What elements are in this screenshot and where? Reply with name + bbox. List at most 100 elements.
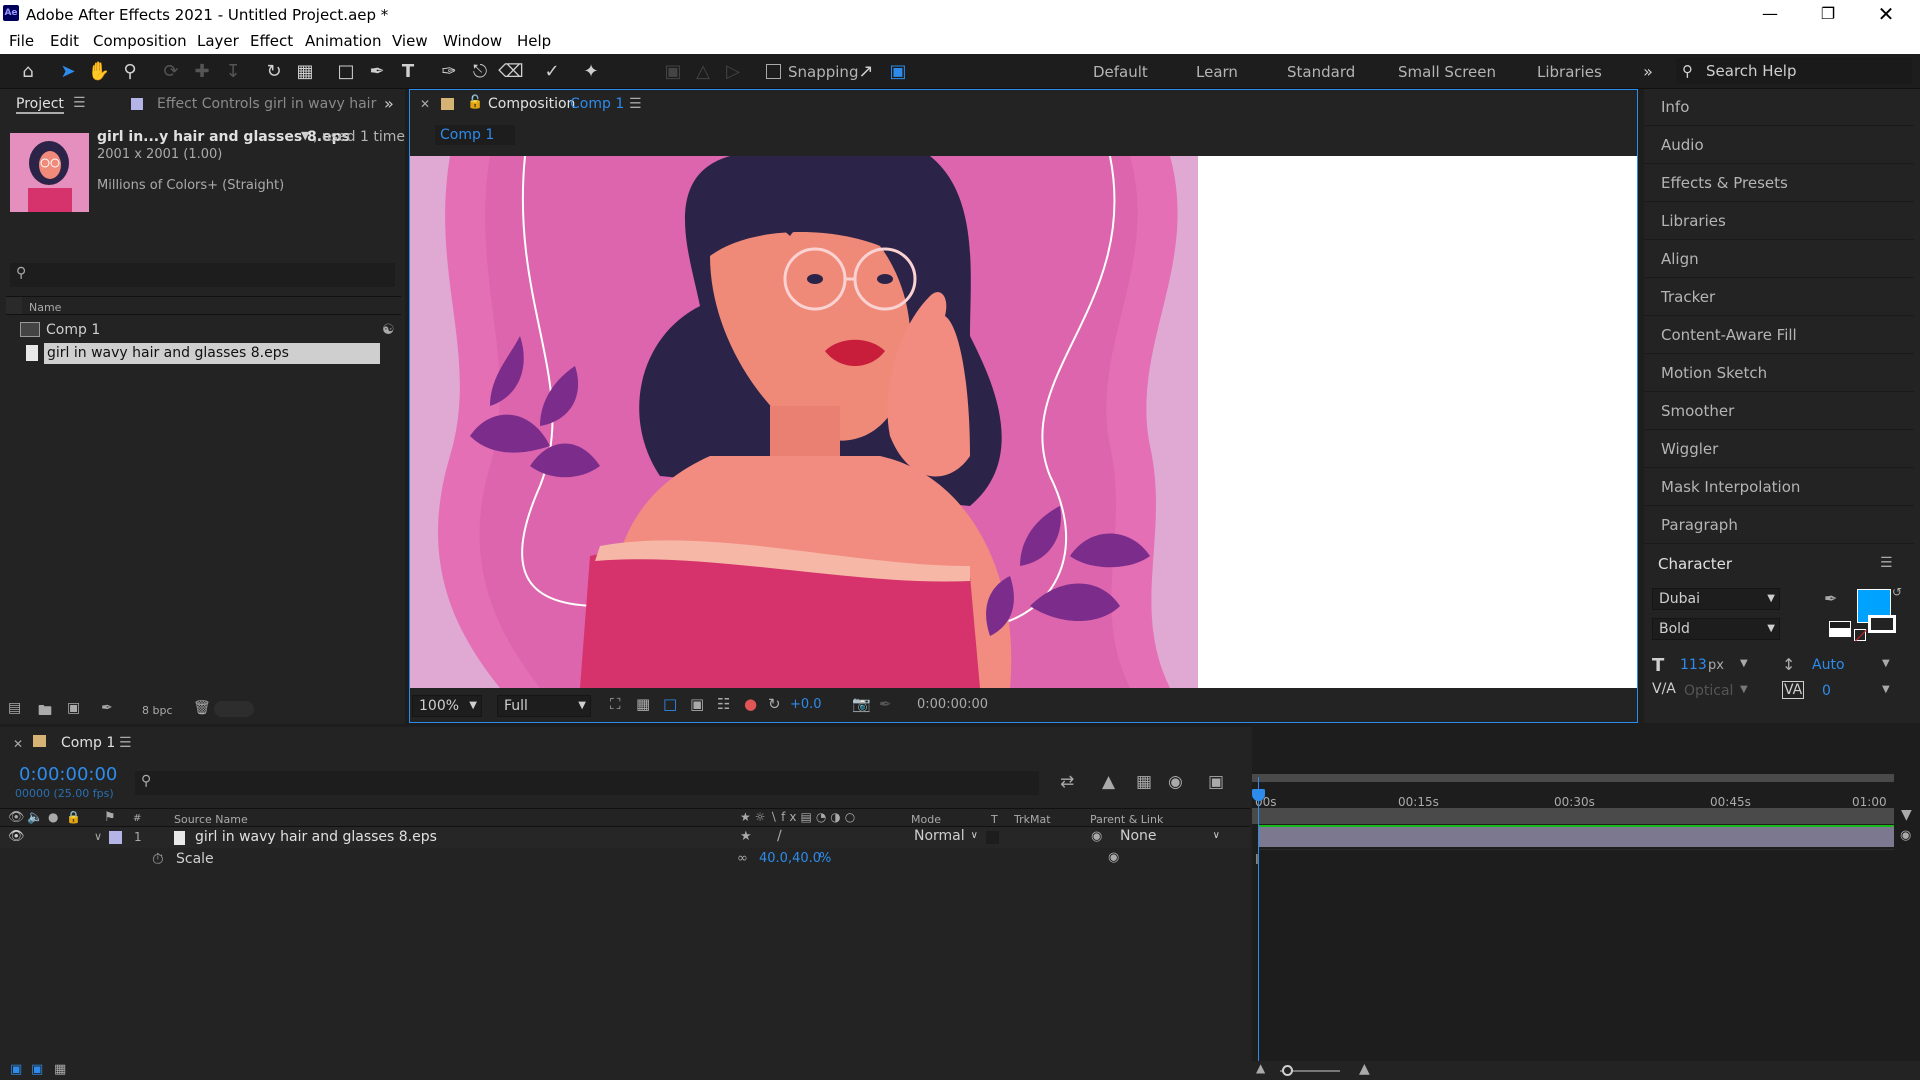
panel-effects-presets[interactable]: Effects & Presets bbox=[1644, 165, 1914, 202]
visibility-eye-icon[interactable]: 👁 bbox=[8, 829, 25, 844]
stroke-color-swatch[interactable] bbox=[1868, 615, 1896, 633]
workspace-learn[interactable]: Learn bbox=[1196, 63, 1238, 81]
twirl-down-icon[interactable]: ∨ bbox=[94, 830, 102, 843]
zoom-slider-handle[interactable] bbox=[1282, 1065, 1293, 1076]
snapping-checkbox[interactable] bbox=[766, 64, 781, 79]
chevron-down-icon[interactable]: ▼ bbox=[1740, 684, 1748, 695]
menu-view[interactable]: View bbox=[392, 32, 428, 50]
fast-previews-icon[interactable]: ⛶ bbox=[610, 695, 621, 713]
draft-3d-icon[interactable]: ▲ bbox=[1102, 772, 1115, 792]
layer-marker-icon[interactable]: ◉ bbox=[1900, 828, 1911, 843]
snapshot-camera-icon[interactable]: 📷 bbox=[852, 695, 871, 713]
constrain-proportions-icon[interactable]: ∞ bbox=[737, 851, 748, 866]
axis-world-icon[interactable]: △ bbox=[690, 59, 716, 85]
lock-header-icon[interactable]: 🔒 bbox=[66, 810, 81, 824]
home-icon[interactable]: ⌂ bbox=[15, 59, 41, 85]
solo-header-icon[interactable]: ● bbox=[48, 810, 58, 824]
orbit-tool-icon[interactable]: ⟳ bbox=[158, 59, 184, 85]
font-family-dropdown[interactable]: Dubai ▼ bbox=[1652, 588, 1780, 610]
label-header-icon[interactable]: ⚑ bbox=[104, 810, 116, 825]
brush-tool-icon[interactable]: ✑ bbox=[436, 59, 462, 85]
snap-features-icon[interactable]: ▣ bbox=[885, 59, 911, 85]
selection-tool-icon[interactable]: ➤ bbox=[55, 59, 81, 85]
quality-switch-icon[interactable]: ∕ bbox=[777, 828, 782, 844]
label-column-header[interactable] bbox=[6, 297, 22, 315]
composition-mini-flowchart-icon[interactable]: ⇄ bbox=[1060, 772, 1074, 792]
roto-brush-tool-icon[interactable]: ✓ bbox=[539, 59, 565, 85]
timeline-menu-icon[interactable]: ☰ bbox=[119, 735, 132, 751]
property-pick-whip-icon[interactable]: ◉ bbox=[1108, 850, 1119, 865]
panel-mask-interpolation[interactable]: Mask Interpolation bbox=[1644, 469, 1914, 506]
layer-duration-bar[interactable] bbox=[1258, 827, 1894, 847]
trash-icon[interactable]: 🗑 bbox=[193, 700, 211, 716]
leading-value[interactable]: Auto bbox=[1812, 657, 1845, 673]
graph-editor-icon[interactable]: ▣ bbox=[1208, 772, 1224, 792]
footage-usage-dropdown-icon[interactable]: ▼ bbox=[301, 129, 309, 142]
panel-align[interactable]: Align bbox=[1644, 241, 1914, 278]
zoom-out-icon[interactable]: ▲ bbox=[1256, 1061, 1265, 1075]
layer-row[interactable]: 👁 ∨ 1 girl in wavy hair and glasses 8.ep… bbox=[0, 827, 1250, 848]
comp-panel-menu-icon[interactable]: ☰ bbox=[629, 96, 642, 112]
collapse-switch-icon[interactable]: ★ bbox=[740, 829, 752, 844]
column-header-source-name[interactable]: Source Name bbox=[174, 813, 248, 826]
video-visibility-header-icon[interactable]: 👁 bbox=[8, 810, 25, 825]
font-style-dropdown[interactable]: Bold ▼ bbox=[1652, 618, 1780, 640]
menu-window[interactable]: Window bbox=[443, 32, 502, 50]
timeline-search-input[interactable]: ⚲ bbox=[135, 771, 1039, 795]
resolution-dropdown[interactable]: Full ▼ bbox=[497, 695, 591, 717]
zoom-dropdown[interactable]: 100% ▼ bbox=[412, 695, 482, 717]
mask-visibility-icon[interactable]: □ bbox=[663, 695, 677, 713]
menu-edit[interactable]: Edit bbox=[50, 32, 79, 50]
layer-name[interactable]: girl in wavy hair and glasses 8.eps bbox=[195, 829, 437, 845]
new-composition-icon[interactable]: ▣ bbox=[67, 700, 80, 716]
menu-help[interactable]: Help bbox=[517, 32, 551, 50]
menu-layer[interactable]: Layer bbox=[197, 32, 239, 50]
zoom-in-icon[interactable]: ▲ bbox=[1359, 1061, 1370, 1077]
no-color-swatch[interactable] bbox=[1854, 629, 1868, 642]
panel-libraries[interactable]: Libraries bbox=[1644, 203, 1914, 240]
panel-info[interactable]: Info bbox=[1644, 89, 1914, 126]
channels-icon[interactable]: ● bbox=[744, 695, 757, 713]
workspace-libraries[interactable]: Libraries bbox=[1537, 63, 1602, 81]
close-tab-icon[interactable]: ✕ bbox=[420, 97, 430, 111]
pan-tool-icon[interactable]: ✚ bbox=[189, 59, 215, 85]
lock-icon[interactable]: 🔓 bbox=[467, 95, 483, 110]
column-header-number[interactable]: # bbox=[133, 813, 141, 824]
bit-depth-button[interactable]: 8 bpc bbox=[142, 704, 173, 717]
transparency-grid-icon[interactable]: ▦ bbox=[636, 695, 650, 713]
comp-breadcrumb[interactable]: Comp 1 bbox=[435, 125, 515, 145]
preserve-transparency-checkbox[interactable] bbox=[986, 831, 999, 844]
reset-exposure-icon[interactable]: ↻ bbox=[768, 695, 781, 713]
thumbnail-transparency-toggle[interactable] bbox=[214, 701, 254, 717]
character-panel-menu-icon[interactable]: ☰ bbox=[1880, 555, 1893, 571]
comp-tab-prefix[interactable]: Composition bbox=[488, 96, 575, 112]
swap-colors-icon[interactable]: ↺ bbox=[1892, 585, 1902, 599]
eraser-tool-icon[interactable]: ⌫ bbox=[498, 59, 524, 85]
pan-behind-tool-icon[interactable]: ▦ bbox=[292, 59, 318, 85]
column-header-name[interactable]: Name bbox=[29, 301, 61, 314]
timeline-tracks[interactable]: 00s 00:15s 00:30s 00:45s 01:00 I ▼ ◉ bbox=[1252, 727, 1920, 1061]
menu-file[interactable]: File bbox=[9, 32, 34, 50]
rectangle-tool-icon[interactable]: □ bbox=[333, 59, 359, 85]
shy-layers-icon[interactable]: ▦ bbox=[1136, 772, 1152, 792]
flowchart-icon[interactable]: ☯ bbox=[382, 322, 395, 338]
workspace-standard[interactable]: Standard bbox=[1287, 63, 1355, 81]
scale-value[interactable]: 40.0,40.0 bbox=[759, 851, 821, 866]
hand-tool-icon[interactable]: ✋ bbox=[86, 59, 112, 85]
parent-dropdown[interactable]: None ∨ bbox=[1114, 827, 1224, 847]
eyedropper-icon[interactable]: ✒ bbox=[1824, 589, 1837, 608]
close-tab-icon[interactable]: ✕ bbox=[13, 737, 23, 751]
transfer-controls-toggle-icon[interactable]: ▣ bbox=[31, 1062, 43, 1077]
project-item-comp[interactable]: Comp 1 bbox=[46, 322, 100, 338]
black-color-swatch[interactable] bbox=[1829, 621, 1851, 629]
project-item-selected[interactable]: girl in wavy hair and glasses 8.eps bbox=[44, 343, 380, 364]
tab-effect-controls[interactable]: Effect Controls girl in wavy hair bbox=[157, 96, 376, 112]
viewer-timecode[interactable]: 0:00:00:00 bbox=[917, 697, 988, 712]
audio-header-icon[interactable]: 🔈 bbox=[27, 810, 43, 825]
region-of-interest-icon[interactable]: ▣ bbox=[690, 695, 704, 713]
layer-label-swatch[interactable] bbox=[109, 831, 122, 844]
clone-stamp-tool-icon[interactable]: ⎋ bbox=[467, 59, 493, 85]
puppet-tool-icon[interactable]: ✦ bbox=[578, 59, 604, 85]
workspace-small-screen[interactable]: Small Screen bbox=[1398, 63, 1496, 81]
composition-viewer[interactable] bbox=[410, 155, 1637, 688]
